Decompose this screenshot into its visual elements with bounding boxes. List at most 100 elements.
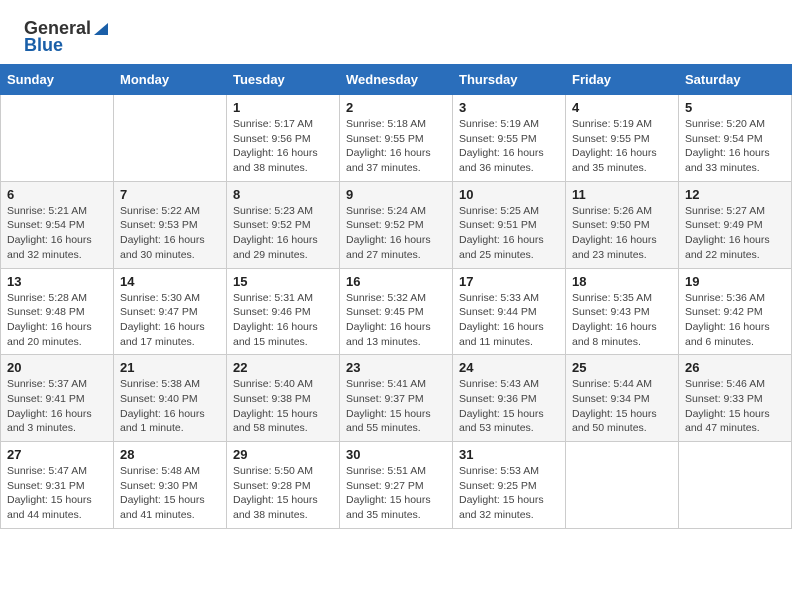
day-detail: Sunrise: 5:35 AM Sunset: 9:43 PM Dayligh… [572, 291, 672, 350]
calendar-cell: 2 Sunrise: 5:18 AM Sunset: 9:55 PM Daylig… [340, 95, 453, 182]
calendar-header-sunday: Sunday [1, 65, 114, 95]
day-number: 27 [7, 447, 107, 462]
calendar-cell: 26 Sunrise: 5:46 AM Sunset: 9:33 PM Dayli… [679, 355, 792, 442]
calendar-cell: 16 Sunrise: 5:32 AM Sunset: 9:45 PM Dayli… [340, 268, 453, 355]
calendar-week-4: 20 Sunrise: 5:37 AM Sunset: 9:41 PM Dayli… [1, 355, 792, 442]
day-number: 21 [120, 360, 220, 375]
calendar-cell: 30 Sunrise: 5:51 AM Sunset: 9:27 PM Dayli… [340, 442, 453, 529]
day-detail: Sunrise: 5:50 AM Sunset: 9:28 PM Dayligh… [233, 464, 333, 523]
day-number: 26 [685, 360, 785, 375]
day-detail: Sunrise: 5:17 AM Sunset: 9:56 PM Dayligh… [233, 117, 333, 176]
day-detail: Sunrise: 5:51 AM Sunset: 9:27 PM Dayligh… [346, 464, 446, 523]
day-detail: Sunrise: 5:19 AM Sunset: 9:55 PM Dayligh… [572, 117, 672, 176]
day-number: 4 [572, 100, 672, 115]
day-number: 10 [459, 187, 559, 202]
day-number: 22 [233, 360, 333, 375]
day-number: 12 [685, 187, 785, 202]
day-number: 2 [346, 100, 446, 115]
calendar-header-wednesday: Wednesday [340, 65, 453, 95]
calendar-cell: 7Sunrise: 5:22 AM Sunset: 9:53 PM Daylig… [114, 181, 227, 268]
calendar-cell: 19 Sunrise: 5:36 AM Sunset: 9:42 PM Dayli… [679, 268, 792, 355]
day-detail: Sunrise: 5:37 AM Sunset: 9:41 PM Dayligh… [7, 377, 107, 436]
calendar-cell: 3 Sunrise: 5:19 AM Sunset: 9:55 PM Daylig… [453, 95, 566, 182]
calendar-cell [679, 442, 792, 529]
calendar-cell: 20 Sunrise: 5:37 AM Sunset: 9:41 PM Dayli… [1, 355, 114, 442]
day-detail: Sunrise: 5:44 AM Sunset: 9:34 PM Dayligh… [572, 377, 672, 436]
calendar-cell: 1Sunrise: 5:17 AM Sunset: 9:56 PM Daylig… [227, 95, 340, 182]
day-detail: Sunrise: 5:41 AM Sunset: 9:37 PM Dayligh… [346, 377, 446, 436]
calendar-cell: 21Sunrise: 5:38 AM Sunset: 9:40 PM Dayli… [114, 355, 227, 442]
day-detail: Sunrise: 5:46 AM Sunset: 9:33 PM Dayligh… [685, 377, 785, 436]
calendar-cell: 27 Sunrise: 5:47 AM Sunset: 9:31 PM Dayli… [1, 442, 114, 529]
calendar-week-1: 1Sunrise: 5:17 AM Sunset: 9:56 PM Daylig… [1, 95, 792, 182]
day-number: 30 [346, 447, 446, 462]
calendar-header-tuesday: Tuesday [227, 65, 340, 95]
calendar-cell: 15Sunrise: 5:31 AM Sunset: 9:46 PM Dayli… [227, 268, 340, 355]
calendar-cell: 23 Sunrise: 5:41 AM Sunset: 9:37 PM Dayli… [340, 355, 453, 442]
day-number: 8 [233, 187, 333, 202]
day-detail: Sunrise: 5:21 AM Sunset: 9:54 PM Dayligh… [7, 204, 107, 263]
day-detail: Sunrise: 5:32 AM Sunset: 9:45 PM Dayligh… [346, 291, 446, 350]
day-number: 31 [459, 447, 559, 462]
day-number: 29 [233, 447, 333, 462]
day-detail: Sunrise: 5:36 AM Sunset: 9:42 PM Dayligh… [685, 291, 785, 350]
day-number: 25 [572, 360, 672, 375]
day-number: 23 [346, 360, 446, 375]
calendar-cell: 18 Sunrise: 5:35 AM Sunset: 9:43 PM Dayli… [566, 268, 679, 355]
logo-blue: Blue [24, 35, 63, 56]
day-number: 16 [346, 274, 446, 289]
day-detail: Sunrise: 5:25 AM Sunset: 9:51 PM Dayligh… [459, 204, 559, 263]
calendar-cell [566, 442, 679, 529]
calendar-cell [1, 95, 114, 182]
day-number: 28 [120, 447, 220, 462]
day-detail: Sunrise: 5:27 AM Sunset: 9:49 PM Dayligh… [685, 204, 785, 263]
calendar-week-5: 27 Sunrise: 5:47 AM Sunset: 9:31 PM Dayli… [1, 442, 792, 529]
calendar-table: SundayMondayTuesdayWednesdayThursdayFrid… [0, 64, 792, 529]
day-number: 19 [685, 274, 785, 289]
calendar-cell: 8 Sunrise: 5:23 AM Sunset: 9:52 PM Daylig… [227, 181, 340, 268]
day-detail: Sunrise: 5:19 AM Sunset: 9:55 PM Dayligh… [459, 117, 559, 176]
calendar-header-thursday: Thursday [453, 65, 566, 95]
calendar-cell: 17 Sunrise: 5:33 AM Sunset: 9:44 PM Dayli… [453, 268, 566, 355]
calendar-cell: 28 Sunrise: 5:48 AM Sunset: 9:30 PM Dayli… [114, 442, 227, 529]
day-number: 17 [459, 274, 559, 289]
calendar-cell: 29 Sunrise: 5:50 AM Sunset: 9:28 PM Dayli… [227, 442, 340, 529]
day-number: 9 [346, 187, 446, 202]
calendar-cell: 4 Sunrise: 5:19 AM Sunset: 9:55 PM Daylig… [566, 95, 679, 182]
day-number: 6 [7, 187, 107, 202]
calendar-cell [114, 95, 227, 182]
day-detail: Sunrise: 5:43 AM Sunset: 9:36 PM Dayligh… [459, 377, 559, 436]
day-detail: Sunrise: 5:23 AM Sunset: 9:52 PM Dayligh… [233, 204, 333, 263]
day-detail: Sunrise: 5:47 AM Sunset: 9:31 PM Dayligh… [7, 464, 107, 523]
logo-triangle-icon [92, 19, 110, 37]
day-number: 18 [572, 274, 672, 289]
day-detail: Sunrise: 5:40 AM Sunset: 9:38 PM Dayligh… [233, 377, 333, 436]
day-detail: Sunrise: 5:26 AM Sunset: 9:50 PM Dayligh… [572, 204, 672, 263]
calendar-cell: 13 Sunrise: 5:28 AM Sunset: 9:48 PM Dayli… [1, 268, 114, 355]
calendar-cell: 14Sunrise: 5:30 AM Sunset: 9:47 PM Dayli… [114, 268, 227, 355]
day-detail: Sunrise: 5:28 AM Sunset: 9:48 PM Dayligh… [7, 291, 107, 350]
day-detail: Sunrise: 5:30 AM Sunset: 9:47 PM Dayligh… [120, 291, 220, 350]
day-detail: Sunrise: 5:18 AM Sunset: 9:55 PM Dayligh… [346, 117, 446, 176]
day-number: 3 [459, 100, 559, 115]
calendar-cell: 12 Sunrise: 5:27 AM Sunset: 9:49 PM Dayli… [679, 181, 792, 268]
calendar-cell: 24 Sunrise: 5:43 AM Sunset: 9:36 PM Dayli… [453, 355, 566, 442]
calendar-cell: 10 Sunrise: 5:25 AM Sunset: 9:51 PM Dayli… [453, 181, 566, 268]
calendar-week-3: 13 Sunrise: 5:28 AM Sunset: 9:48 PM Dayli… [1, 268, 792, 355]
day-detail: Sunrise: 5:33 AM Sunset: 9:44 PM Dayligh… [459, 291, 559, 350]
day-detail: Sunrise: 5:48 AM Sunset: 9:30 PM Dayligh… [120, 464, 220, 523]
calendar-cell: 31 Sunrise: 5:53 AM Sunset: 9:25 PM Dayli… [453, 442, 566, 529]
calendar-cell: 9Sunrise: 5:24 AM Sunset: 9:52 PM Daylig… [340, 181, 453, 268]
calendar-cell: 11 Sunrise: 5:26 AM Sunset: 9:50 PM Dayli… [566, 181, 679, 268]
day-number: 20 [7, 360, 107, 375]
day-number: 11 [572, 187, 672, 202]
day-detail: Sunrise: 5:53 AM Sunset: 9:25 PM Dayligh… [459, 464, 559, 523]
calendar-cell: 5Sunrise: 5:20 AM Sunset: 9:54 PM Daylig… [679, 95, 792, 182]
day-number: 24 [459, 360, 559, 375]
calendar-cell: 25 Sunrise: 5:44 AM Sunset: 9:34 PM Dayli… [566, 355, 679, 442]
day-number: 5 [685, 100, 785, 115]
day-number: 13 [7, 274, 107, 289]
calendar-header-monday: Monday [114, 65, 227, 95]
calendar-body: 1Sunrise: 5:17 AM Sunset: 9:56 PM Daylig… [1, 95, 792, 529]
day-number: 15 [233, 274, 333, 289]
